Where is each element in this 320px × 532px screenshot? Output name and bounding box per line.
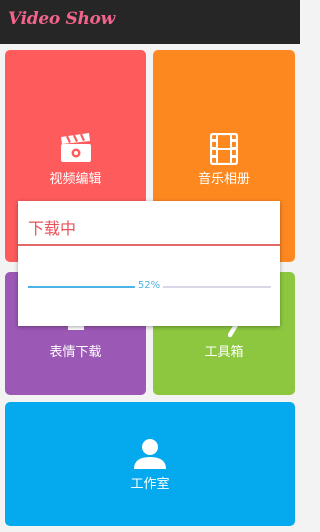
wrench-icon: [227, 324, 238, 338]
download-dialog: 下载中 52%: [18, 201, 280, 326]
dialog-title: 下载中: [28, 219, 77, 238]
dialog-divider: [18, 244, 280, 246]
download-progress-text: 52%: [134, 280, 164, 291]
studio-label: 工作室: [130, 477, 170, 492]
film-strip-icon: [210, 133, 238, 165]
music-album-label: 音乐相册: [197, 172, 250, 187]
toolbox-label: 工具箱: [204, 345, 244, 360]
app-logo: Video Show: [8, 9, 115, 29]
top-bar: Video Show: [0, 0, 300, 44]
person-icon: [134, 439, 166, 469]
studio-tile[interactable]: 工作室: [5, 402, 295, 526]
clapperboard-icon: [60, 133, 91, 162]
emoji-download-label: 表情下载: [49, 345, 102, 360]
video-edit-label: 视频编辑: [49, 172, 102, 187]
